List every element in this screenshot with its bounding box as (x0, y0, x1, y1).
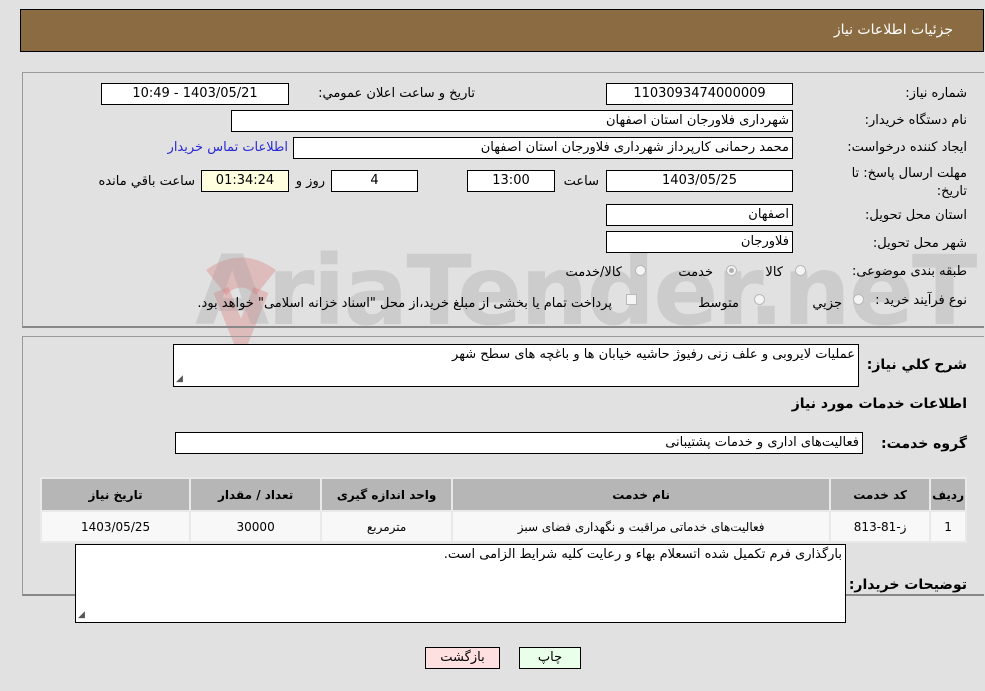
time-remaining-field: 01:34:24 (201, 170, 289, 192)
purchase-minor-label: جزیي (812, 296, 842, 311)
cell-need-date: 1403/05/25 (39, 510, 192, 543)
treasury-checkbox[interactable] (626, 294, 637, 305)
buyer-notes-textarea[interactable]: بارگذاری فرم تکمیل شده اتسعلام بهاء و رع… (75, 544, 846, 623)
service-group-label: گروه خدمت: (881, 436, 967, 452)
cell-unit: مترمربع (320, 510, 454, 543)
deadline-time-label: ساعت (563, 174, 599, 189)
buyer-notes-label: توضیحات خریدار: (848, 577, 967, 593)
treasury-note: پرداخت تمام یا بخشی از مبلغ خرید،از محل … (197, 296, 612, 311)
purchase-medium-label: متوسط (698, 296, 739, 311)
deadline-label: مهلت ارسال پاسخ: تا تاریخ: (851, 166, 967, 199)
creator-label: ایجاد کننده درخواست: (847, 140, 967, 155)
purchase-medium-radio[interactable] (754, 294, 765, 305)
announce-label: تاریخ و ساعت اعلان عمومي: (318, 86, 475, 101)
table-header-row: ردیف کد خدمت نام خدمت واحد اندازه گیری ت… (39, 477, 967, 512)
deadline-date-field: 1403/05/25 (606, 170, 793, 192)
category-service-label: خدمت (678, 265, 713, 280)
col-unit: واحد اندازه گیری (320, 477, 454, 512)
print-button[interactable]: چاپ (519, 647, 581, 669)
need-number-label: شماره نیاز: (905, 86, 967, 101)
table-row: 1 ز-81-813 فعالیت‌های خدماتی مراقبت و نگ… (39, 510, 967, 543)
description-label: شرح کلي نیاز: (866, 357, 967, 373)
description-textarea[interactable]: عملیات لایروبی و علف زنی رفیوژ حاشیه خیا… (173, 344, 859, 387)
days-label: روز و (295, 174, 325, 189)
buyer-notes-text: بارگذاری فرم تکمیل شده اتسعلام بهاء و رع… (443, 547, 842, 562)
purchase-type-label: نوع فرآیند خرید : (875, 293, 967, 308)
cell-quantity: 30000 (189, 510, 323, 543)
services-heading: اطلاعات خدمات مورد نیاز (791, 396, 967, 412)
services-table: ردیف کد خدمت نام خدمت واحد اندازه گیری ت… (39, 477, 967, 543)
time-remaining-label: ساعت باقي مانده (98, 174, 195, 189)
deadline-time-field: 13:00 (467, 170, 555, 192)
buyer-org-field: شهرداری فلاورجان استان اصفهان (231, 110, 793, 132)
city-field: فلاورجان (606, 231, 793, 253)
col-service-code: کد خدمت (829, 477, 932, 512)
category-goods-label: کالا (765, 265, 783, 280)
purchase-minor-radio[interactable] (853, 294, 864, 305)
col-need-date: تاریخ نیاز (39, 477, 192, 512)
cell-service-name: فعالیت‌های خدماتی مراقبت و نگهداری فضای … (451, 510, 832, 543)
description-text: عملیات لایروبی و علف زنی رفیوژ حاشیه خیا… (452, 347, 855, 362)
service-group-field: فعالیت‌های اداری و خدمات پشتیبانی (175, 432, 863, 454)
category-service-radio[interactable] (726, 265, 737, 276)
page-title: جزئیات اطلاعات نیاز (833, 22, 953, 38)
col-service-name: نام خدمت (451, 477, 832, 512)
buyer-org-label: نام دستگاه خریدار: (864, 113, 967, 128)
category-goods-radio[interactable] (795, 265, 806, 276)
days-remaining-field: 4 (331, 170, 418, 192)
category-goods-service-label: کالا/خدمت (565, 265, 622, 280)
category-label: طبقه بندی موضوعی: (851, 264, 967, 279)
cell-service-code: ز-81-813 (829, 510, 932, 543)
cell-row-number: 1 (929, 510, 967, 543)
category-goods-service-radio[interactable] (635, 265, 646, 276)
creator-field: محمد رحمانی کارپرداز شهرداری فلاورجان اس… (293, 137, 793, 159)
city-label: شهر محل تحویل: (872, 236, 967, 251)
need-number-field: 1103093474000009 (606, 83, 793, 105)
province-label: استان محل تحویل: (865, 208, 967, 223)
buyer-contact-link[interactable]: اطلاعات تماس خریدار (168, 140, 288, 155)
back-button[interactable]: بازگشت (425, 647, 500, 669)
announce-datetime-field: 1403/05/21 - 10:49 (101, 83, 289, 105)
page-header: جزئیات اطلاعات نیاز (20, 9, 984, 52)
province-field: اصفهان (606, 204, 793, 226)
resize-grip-icon[interactable]: ◢ (176, 374, 183, 384)
col-quantity: تعداد / مقدار (189, 477, 323, 512)
resize-grip-icon[interactable]: ◢ (78, 610, 85, 620)
col-row-number: ردیف (929, 477, 967, 512)
